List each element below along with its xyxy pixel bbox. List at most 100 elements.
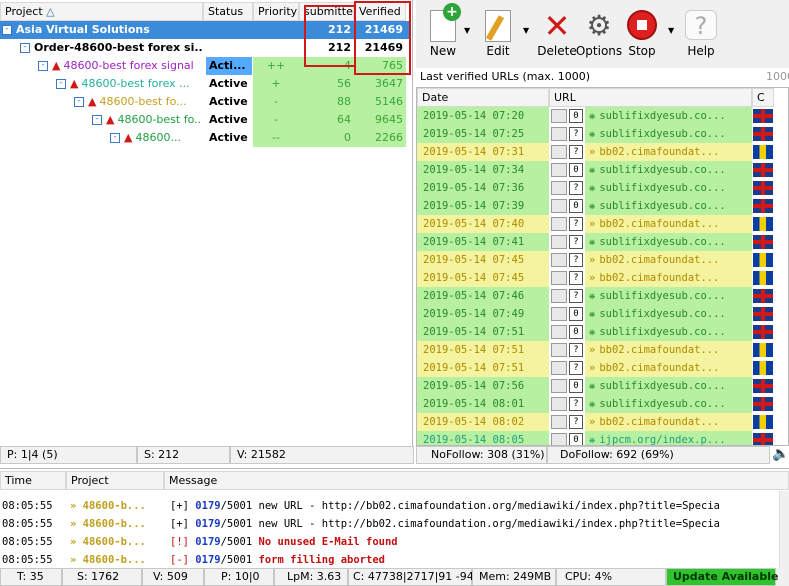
- verified-row[interactable]: 2019-05-14 07:31?» bb02.cimafoundat...: [417, 143, 788, 161]
- verified-row[interactable]: 2019-05-14 07:41? ❋ sublifixdyesub.co...: [417, 233, 788, 251]
- verified-url: ❋ sublifixdyesub.co...: [585, 395, 752, 413]
- col-country[interactable]: C: [752, 88, 774, 107]
- tree-toggle-icon[interactable]: -: [20, 43, 30, 53]
- log-message: [!] 0179/5001 No unused E-Mail found: [170, 533, 779, 551]
- verified-url: ❋ sublifixdyesub.co...: [585, 287, 752, 305]
- verified-date: 2019-05-14 07:34: [417, 161, 549, 179]
- edit-button[interactable]: Edit: [473, 10, 523, 58]
- verified-row[interactable]: 2019-05-14 08:02?» bb02.cimafoundat...: [417, 413, 788, 431]
- help-button[interactable]: ? Help: [676, 10, 726, 58]
- project-status: Active: [209, 77, 248, 90]
- link-type-icon: 0: [569, 433, 583, 445]
- tree-toggle-icon[interactable]: -: [56, 79, 66, 89]
- status-submitted: S: 1762: [62, 568, 142, 586]
- url-text: bb02.cimafoundat...: [599, 344, 720, 356]
- verified-row[interactable]: 2019-05-14 07:40?» bb02.cimafoundat...: [417, 215, 788, 233]
- col-url[interactable]: URL: [549, 88, 752, 107]
- tree-toggle-icon[interactable]: -: [38, 61, 48, 71]
- log-row[interactable]: 08:05:55 » 48600-b... [+] 0179/5001 new UR…: [0, 497, 779, 515]
- verified-url: ❋ sublifixdyesub.co...: [585, 179, 752, 197]
- verified-url: ❋ sublifixdyesub.co...: [585, 197, 752, 215]
- col-log-project[interactable]: Project: [66, 471, 164, 490]
- verified-url: » bb02.cimafoundat...: [585, 251, 752, 269]
- verified-row[interactable]: 2019-05-14 07:39 0 ❋ sublifixdyesub.co...: [417, 197, 788, 215]
- verified-row[interactable]: 2019-05-14 07:51 0 ❋ sublifixdyesub.co...: [417, 323, 788, 341]
- verified-row[interactable]: 2019-05-14 07:56 0 ❋ sublifixdyesub.co...: [417, 377, 788, 395]
- stop-button[interactable]: Stop: [617, 10, 667, 58]
- engine-icon: »: [589, 362, 596, 374]
- platform-icon: [551, 325, 567, 339]
- new-button[interactable]: + New: [418, 3, 468, 58]
- log-count: 0179: [195, 536, 221, 548]
- col-message[interactable]: Message: [164, 471, 789, 490]
- verified-row[interactable]: 2019-05-14 07:49 0 ❋ sublifixdyesub.co...: [417, 305, 788, 323]
- link-type-icon: ?: [569, 217, 583, 231]
- verified-row[interactable]: 2019-05-14 07:36? ❋ sublifixdyesub.co...: [417, 179, 788, 197]
- url-text: sublifixdyesub.co...: [599, 182, 726, 194]
- status-verified: V: 509: [142, 568, 204, 586]
- verified-row[interactable]: 2019-05-14 08:01? ❋ sublifixdyesub.co...: [417, 395, 788, 413]
- project-tree[interactable]: Project △ Status Priority submitted Veri…: [0, 0, 413, 448]
- url-text: sublifixdyesub.co...: [599, 380, 726, 392]
- link-type-icon: ?: [569, 145, 583, 159]
- log-time: 08:05:55: [2, 554, 53, 566]
- verified-date: 2019-05-14 07:41: [417, 233, 549, 251]
- link-type-icon: ?: [569, 289, 583, 303]
- toolbar: + New ▼ Edit ▼ ✕ Delete ⚙ Options Stop ▼…: [416, 0, 789, 68]
- verified-row[interactable]: 2019-05-14 07:45?» bb02.cimafoundat...: [417, 251, 788, 269]
- uk-flag-icon: [753, 325, 773, 339]
- project-row[interactable]: - ▲ 48600... Active -- 0 2266: [0, 129, 410, 147]
- barbados-flag-icon: [753, 361, 773, 375]
- engine-icon: »: [589, 416, 596, 428]
- verified-date: 2019-05-14 08:02: [417, 413, 549, 431]
- log-row[interactable]: 08:05:55 » 48600-b... [!] 0179/5001 No unu…: [0, 533, 779, 551]
- engine-icon: »: [70, 500, 83, 512]
- project-name: 48600-best forex ...: [81, 77, 190, 90]
- new-dropdown-icon[interactable]: ▼: [464, 26, 470, 35]
- log-panel[interactable]: Time Project Message 08:05:55 » 48600-b..…: [0, 468, 789, 569]
- col-priority[interactable]: Priority: [253, 2, 299, 21]
- speaker-icon[interactable]: 🔈: [772, 446, 789, 462]
- project-name: 48600-best forex signal: [63, 59, 194, 72]
- link-type-icon: ?: [569, 181, 583, 195]
- col-project[interactable]: Project △: [0, 2, 203, 21]
- project-row[interactable]: - ▲ 48600-best fo... Active -88 5146: [0, 93, 410, 111]
- project-row[interactable]: - ▲ 48600-best forex ... Active +56 3647: [0, 75, 410, 93]
- log-row[interactable]: 08:05:55 » 48600-b... [-] 0179/5001 form f…: [0, 551, 779, 569]
- platform-icon: [551, 109, 567, 123]
- tree-toggle-icon[interactable]: -: [74, 97, 84, 107]
- project-verified: 5146: [354, 93, 406, 111]
- verified-row[interactable]: 2019-05-14 07:25? ❋ sublifixdyesub.co...: [417, 125, 788, 143]
- log-scrollbar[interactable]: [779, 491, 789, 569]
- col-time[interactable]: Time: [0, 471, 66, 490]
- edit-dropdown-icon[interactable]: ▼: [523, 26, 529, 35]
- url-text: sublifixdyesub.co...: [599, 308, 726, 320]
- help-bubble-icon: ?: [685, 10, 717, 40]
- tree-toggle-icon[interactable]: -: [2, 25, 12, 35]
- log-row[interactable]: 08:05:55 » 48600-b... [+] 0179/5001 new UR…: [0, 515, 779, 533]
- update-available-button[interactable]: Update Available: [666, 568, 778, 586]
- status-cpu: CPU: 4%: [556, 568, 666, 586]
- uk-flag-icon: [753, 433, 773, 445]
- stop-dropdown-icon[interactable]: ▼: [668, 26, 674, 35]
- engine-icon: ❋: [589, 434, 596, 446]
- link-type-icon: ?: [569, 235, 583, 249]
- tree-toggle-icon[interactable]: -: [92, 115, 102, 125]
- verified-row[interactable]: 2019-05-14 07:51?» bb02.cimafoundat...: [417, 341, 788, 359]
- verified-url: » bb02.cimafoundat...: [585, 413, 752, 431]
- project-submitted: 56: [299, 75, 354, 93]
- log-total: /5001: [220, 554, 253, 566]
- verified-row[interactable]: 2019-05-14 08:05 0 ❋ ijpcm.org/index.p...: [417, 431, 788, 446]
- engine-icon: »: [589, 146, 596, 158]
- col-date[interactable]: Date: [417, 88, 549, 107]
- verified-row[interactable]: 2019-05-14 07:45?» bb02.cimafoundat...: [417, 269, 788, 287]
- project-row[interactable]: - ▲ 48600-best fo... Active -64 9645: [0, 111, 410, 129]
- verified-row[interactable]: 2019-05-14 07:34 0 ❋ sublifixdyesub.co...: [417, 161, 788, 179]
- project-verified: 2266: [354, 129, 406, 147]
- verified-row[interactable]: 2019-05-14 07:46? ❋ sublifixdyesub.co...: [417, 287, 788, 305]
- tree-toggle-icon[interactable]: -: [110, 133, 120, 143]
- verified-row[interactable]: 2019-05-14 07:51?» bb02.cimafoundat...: [417, 359, 788, 377]
- verified-list[interactable]: Date URL C 2019-05-14 07:20 0 ❋ sublifixdye…: [416, 87, 789, 446]
- verified-row[interactable]: 2019-05-14 07:20 0 ❋ sublifixdyesub.co...: [417, 107, 788, 125]
- col-status[interactable]: Status: [203, 2, 253, 21]
